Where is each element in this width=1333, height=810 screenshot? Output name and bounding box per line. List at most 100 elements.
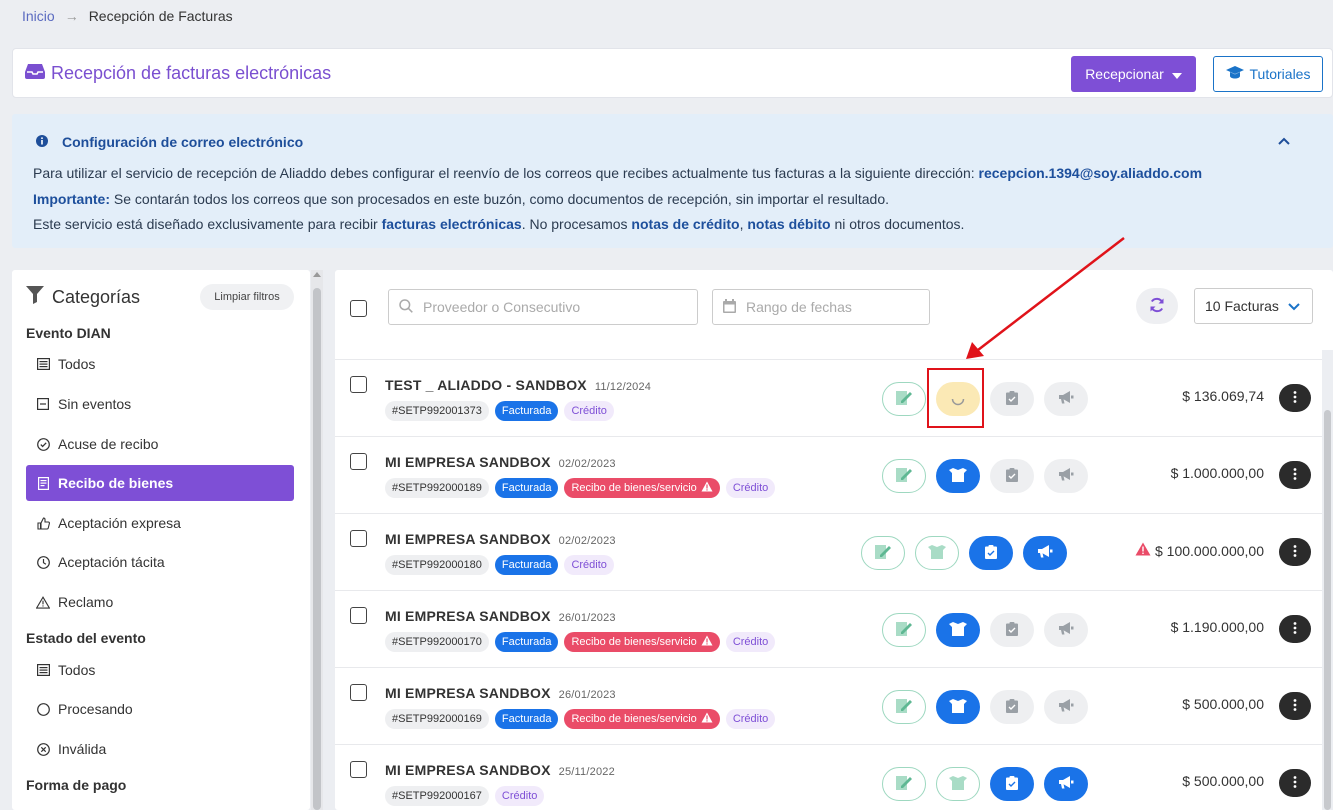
acceptance-action-button[interactable] bbox=[990, 613, 1034, 647]
more-options-button[interactable] bbox=[1279, 692, 1311, 720]
kebab-menu-icon bbox=[1293, 698, 1297, 714]
invoice-row[interactable]: MI EMPRESA SANDBOX 02/02/2023 #SETP992000… bbox=[335, 436, 1322, 513]
invoice-amount: $ 136.069,74 bbox=[1182, 388, 1264, 404]
row-checkbox[interactable] bbox=[350, 530, 367, 547]
more-options-button[interactable] bbox=[1279, 384, 1311, 412]
breadcrumb-current: Recepción de Facturas bbox=[88, 8, 233, 24]
receipt-goods-action-button[interactable] bbox=[936, 459, 980, 493]
claim-action-button[interactable] bbox=[1023, 536, 1067, 570]
more-options-button[interactable] bbox=[1279, 538, 1311, 566]
row-checkbox[interactable] bbox=[350, 607, 367, 624]
info-line-2: Importante: Se contarán todos los correo… bbox=[33, 191, 890, 207]
receipt-goods-action-button[interactable] bbox=[936, 767, 980, 801]
invoice-id-badge: #SETP992000169 bbox=[385, 709, 489, 729]
breadcrumb-home-link[interactable]: Inicio bbox=[22, 8, 55, 24]
info-line-3: Este servicio está diseñado exclusivamen… bbox=[33, 216, 965, 232]
info-title-text: Configuración de correo electrónico bbox=[62, 134, 304, 150]
select-all-checkbox[interactable] bbox=[350, 300, 367, 317]
invoice-amount: $ 1.000.000,00 bbox=[1170, 465, 1264, 481]
scroll-up-arrow-icon[interactable] bbox=[313, 272, 321, 277]
sidebar-item-status-todos[interactable]: Todos bbox=[26, 652, 294, 688]
acceptance-action-button[interactable] bbox=[990, 382, 1034, 416]
chevron-up-icon[interactable] bbox=[1278, 132, 1290, 148]
sidebar-item-sin-eventos[interactable]: Sin eventos bbox=[26, 386, 294, 422]
sidebar-item-procesando[interactable]: Procesando bbox=[26, 691, 294, 727]
acuse-action-button[interactable] bbox=[882, 690, 926, 724]
date-range-input[interactable]: Rango de fechas bbox=[712, 289, 930, 325]
clear-filters-button[interactable]: Limpiar filtros bbox=[200, 284, 294, 310]
sidebar-item-invalida[interactable]: Inválida bbox=[26, 731, 294, 767]
info-line-1: Para utilizar el servicio de recepción d… bbox=[33, 165, 1203, 181]
clipboard-check-icon bbox=[1006, 698, 1018, 716]
filter-icon bbox=[26, 286, 44, 309]
sidebar-scroll-thumb[interactable] bbox=[313, 288, 321, 810]
invoice-row[interactable]: MI EMPRESA SANDBOX 02/02/2023 #SETP992000… bbox=[335, 513, 1322, 590]
supplier-name: MI EMPRESA SANDBOX 02/02/2023 bbox=[385, 531, 616, 547]
search-input[interactable]: Proveedor o Consecutivo bbox=[388, 289, 698, 325]
claim-action-button[interactable] bbox=[1044, 459, 1088, 493]
receive-button-label: Recepcionar bbox=[1085, 66, 1164, 82]
claim-action-button[interactable] bbox=[1044, 613, 1088, 647]
acceptance-action-button[interactable] bbox=[990, 767, 1034, 801]
invoice-date: 11/12/2024 bbox=[594, 381, 652, 393]
row-checkbox[interactable] bbox=[350, 684, 367, 701]
row-checkbox[interactable] bbox=[350, 453, 367, 470]
acuse-action-button[interactable] bbox=[882, 767, 926, 801]
event-badge: Recibo de bienes/servicio bbox=[564, 478, 720, 498]
kebab-menu-icon bbox=[1293, 390, 1297, 406]
invoice-list-scrollbar[interactable] bbox=[1322, 350, 1333, 810]
supplier-name: MI EMPRESA SANDBOX 02/02/2023 bbox=[385, 454, 616, 470]
clipboard-check-icon bbox=[1006, 390, 1018, 408]
row-checkbox[interactable] bbox=[350, 376, 367, 393]
invoice-id-badge: #SETP992000189 bbox=[385, 478, 489, 498]
invoice-amount: $ 100.000.000,00 bbox=[1135, 542, 1264, 559]
refresh-button[interactable] bbox=[1136, 288, 1178, 324]
info-icon bbox=[36, 134, 48, 150]
tutorials-button[interactable]: Tutoriales bbox=[1213, 56, 1323, 92]
receive-button[interactable]: Recepcionar bbox=[1071, 56, 1196, 92]
row-checkbox[interactable] bbox=[350, 761, 367, 778]
page-title: Recepción de facturas electrónicas bbox=[25, 63, 331, 84]
sidebar-item-acuse-de-recibo[interactable]: Acuse de recibo bbox=[26, 426, 294, 462]
receipt-goods-action-button[interactable] bbox=[936, 690, 980, 724]
acuse-action-button[interactable] bbox=[882, 613, 926, 647]
sidebar-item-aceptacion-tacita[interactable]: Aceptación tácita bbox=[26, 544, 294, 580]
more-options-button[interactable] bbox=[1279, 769, 1311, 797]
invoice-row[interactable]: MI EMPRESA SANDBOX 26/01/2023 #SETP992000… bbox=[335, 667, 1322, 744]
sidebar-scrollbar[interactable] bbox=[311, 270, 323, 810]
receipt-goods-action-button[interactable] bbox=[936, 613, 980, 647]
page-size-select[interactable]: 10 Facturas bbox=[1194, 288, 1313, 324]
receipt-goods-action-button[interactable] bbox=[915, 536, 959, 570]
warning-icon bbox=[701, 635, 713, 649]
acuse-action-button[interactable] bbox=[882, 459, 926, 493]
supplier-name: MI EMPRESA SANDBOX 26/01/2023 bbox=[385, 608, 616, 624]
event-actions bbox=[882, 767, 1088, 801]
invoice-row[interactable]: TEST _ ALIADDO - SANDBOX 11/12/2024 #SETP… bbox=[335, 359, 1322, 436]
alert-triangle-icon bbox=[1135, 542, 1151, 559]
invoice-row[interactable]: MI EMPRESA SANDBOX 25/11/2022 #SETP992000… bbox=[335, 744, 1322, 810]
claim-action-button[interactable] bbox=[1044, 767, 1088, 801]
acuse-action-button[interactable] bbox=[861, 536, 905, 570]
sidebar-item-recibo-de-bienes[interactable]: Recibo de bienes bbox=[26, 465, 294, 501]
sidebar-item-reclamo[interactable]: Reclamo bbox=[26, 584, 294, 620]
acceptance-action-button[interactable] bbox=[990, 459, 1034, 493]
more-options-button[interactable] bbox=[1279, 461, 1311, 489]
invoice-amount: $ 500.000,00 bbox=[1182, 773, 1264, 789]
acuse-action-button[interactable] bbox=[882, 382, 926, 416]
sidebar-item-aceptacion-expresa[interactable]: Aceptación expresa bbox=[26, 505, 294, 541]
invoice-row[interactable]: MI EMPRESA SANDBOX 26/01/2023 #SETP992000… bbox=[335, 590, 1322, 667]
more-options-button[interactable] bbox=[1279, 615, 1311, 643]
invoice-date: 02/02/2023 bbox=[558, 535, 616, 547]
invoice-date: 02/02/2023 bbox=[558, 458, 616, 470]
categories-sidebar: Categorías Limpiar filtros Evento DIAN T… bbox=[12, 270, 310, 810]
warning-icon bbox=[701, 481, 713, 495]
sidebar-item-todos[interactable]: Todos bbox=[26, 346, 294, 382]
invoice-tags: #SETP992000170 Facturada Recibo de biene… bbox=[385, 632, 776, 652]
invoice-tags: #SETP992000189 Facturada Recibo de biene… bbox=[385, 478, 776, 498]
claim-action-button[interactable] bbox=[1044, 382, 1088, 416]
acceptance-action-button[interactable] bbox=[969, 536, 1013, 570]
acceptance-action-button[interactable] bbox=[990, 690, 1034, 724]
invoice-list-scroll-thumb[interactable] bbox=[1324, 410, 1331, 810]
claim-action-button[interactable] bbox=[1044, 690, 1088, 724]
page-header: Recepción de facturas electrónicas Recep… bbox=[12, 48, 1333, 98]
